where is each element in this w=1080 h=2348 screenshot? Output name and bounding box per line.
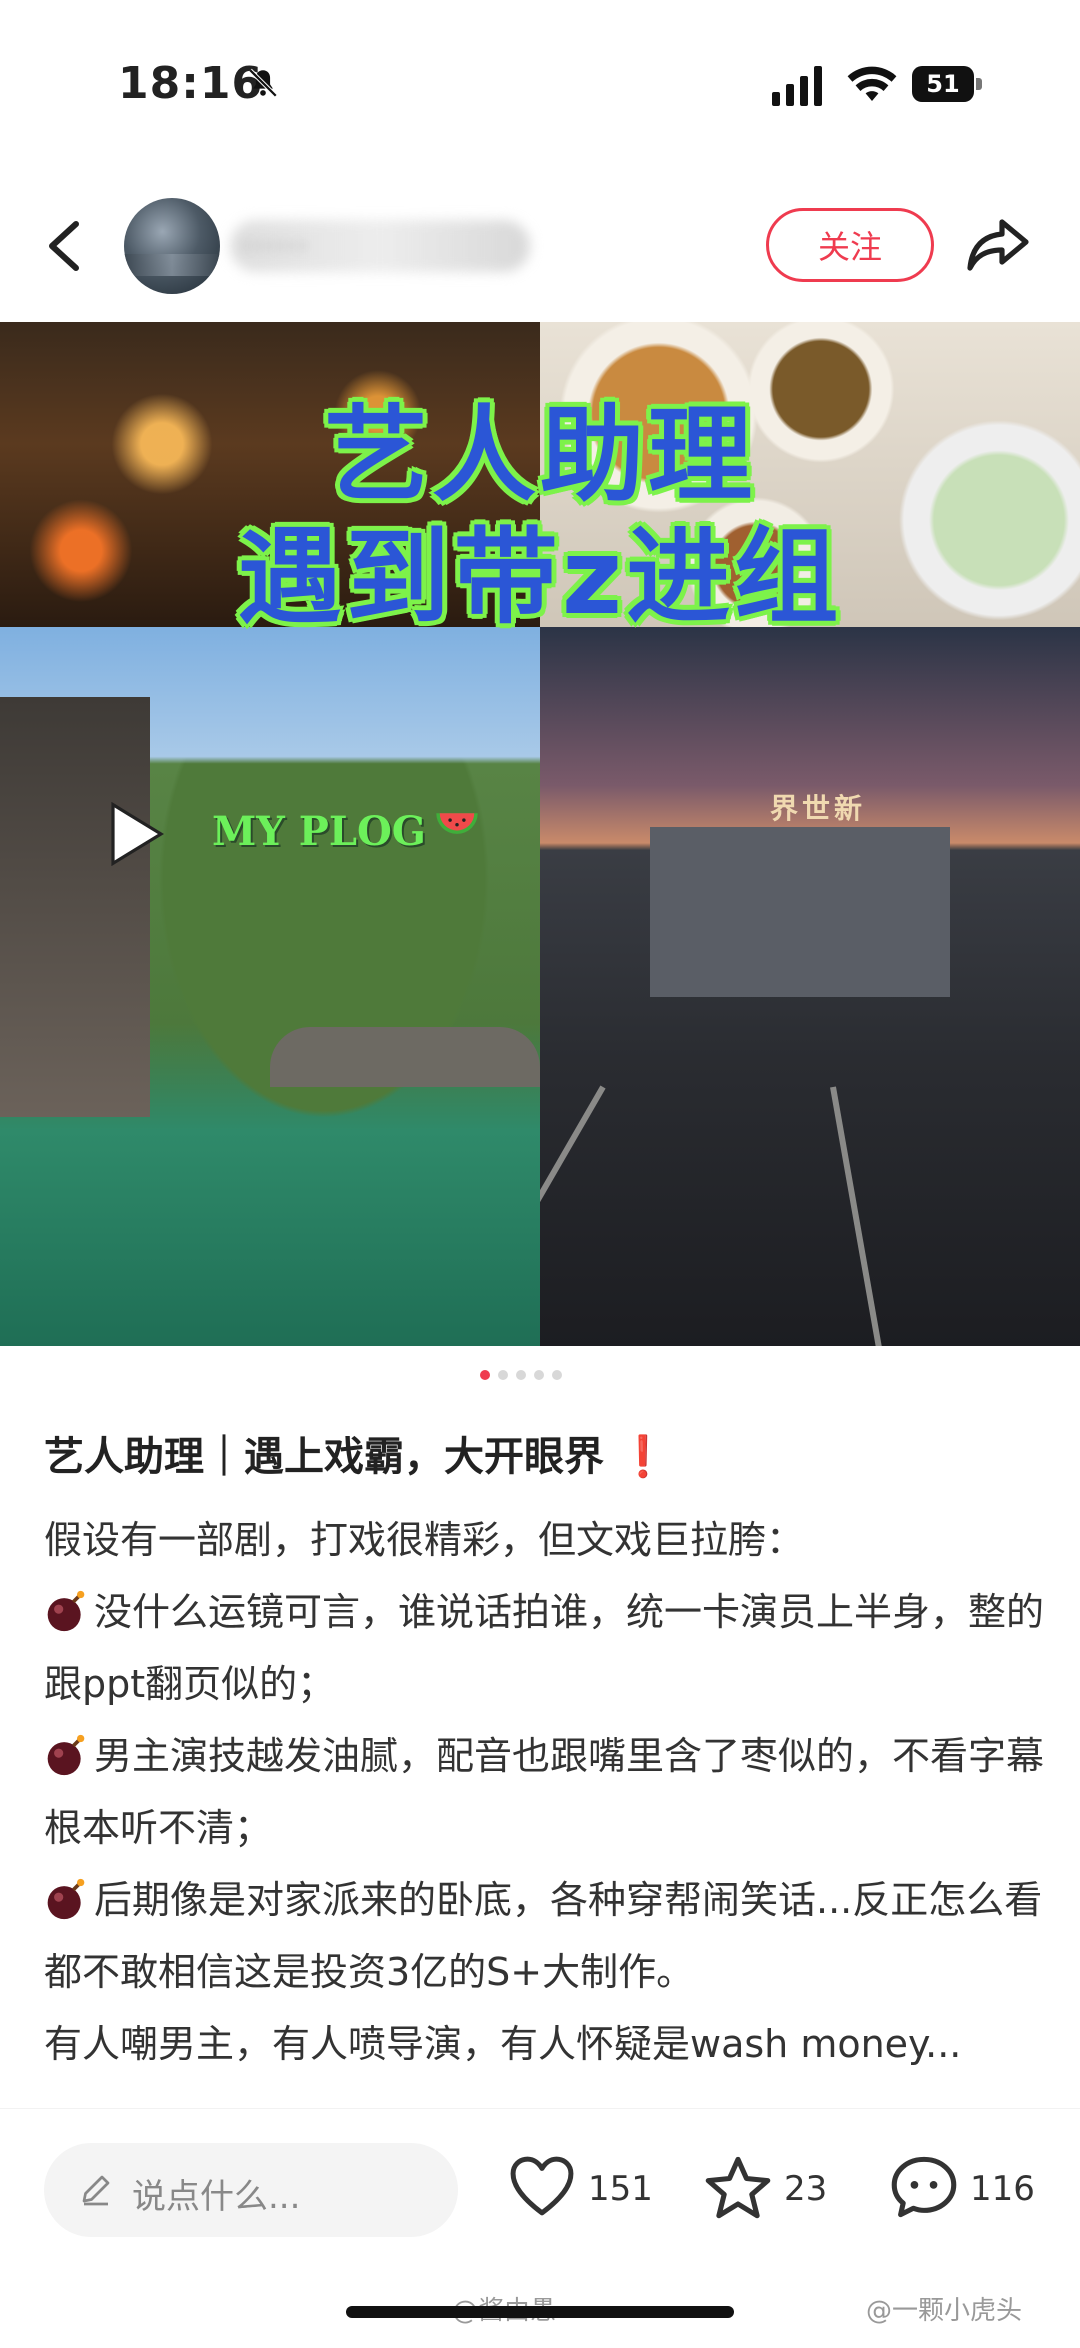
back-arrow-icon[interactable] — [44, 218, 84, 274]
post-title-text: 艺人助理｜遇上戏霸，大开眼界 — [44, 1434, 604, 1480]
favorite-count: 23 — [784, 2169, 828, 2209]
heart-icon — [510, 2156, 574, 2216]
plog-tag: MY PLOG — [212, 808, 426, 855]
home-indicator[interactable] — [346, 2306, 734, 2318]
pencil-icon — [82, 2175, 110, 2206]
tram-rail-right — [830, 1086, 889, 1346]
author-name[interactable]: ······ — [240, 226, 309, 267]
post-title: 艺人助理｜遇上戏霸，大开眼界 ❗ — [44, 1424, 668, 1482]
stone-bridge — [270, 1027, 540, 1087]
tram-rail-left — [540, 1085, 606, 1346]
carousel-dot — [552, 1370, 562, 1380]
post-paragraph: 后期像是对家派来的卧底，各种穿帮闹笑话...反正怎么看都不敢相信这是投资3亿的S… — [44, 1864, 1044, 2008]
signal-icon — [772, 66, 822, 106]
carousel-dot — [498, 1370, 508, 1380]
carousel-indicator — [480, 1370, 600, 1384]
share-icon[interactable] — [966, 214, 1030, 274]
cover-overlay-line2: 遇到带z进组 — [237, 516, 843, 638]
post-paragraph-text: 男主演技越发油腻，配音也跟嘴里含了枣似的，不看字幕根本听不清； — [44, 1734, 1045, 1850]
carousel-dot — [516, 1370, 526, 1380]
follow-button[interactable]: 关注 — [766, 208, 934, 282]
status-bar: 18:16 51 — [0, 0, 1080, 170]
post-paragraph: 假设有一部剧，打戏很精彩，但文戏巨拉胯： — [44, 1518, 805, 1562]
battery-level: 51 — [912, 66, 974, 102]
comment-count: 116 — [970, 2169, 1035, 2209]
battery-icon: 51 — [912, 66, 984, 104]
post-paragraph-text: 没什么运镜可言，谁说话拍谁，统一卡演员上半身，整的跟ppt翻页似的； — [44, 1590, 1045, 1706]
bomb-icon — [47, 1878, 85, 1920]
carousel-dot — [534, 1370, 544, 1380]
post-body: 假设有一部剧，打戏很精彩，但文戏巨拉胯： 没什么运镜可言，谁说话拍谁，统一卡演员… — [44, 1504, 1044, 2080]
old-building — [650, 827, 950, 997]
comment-placeholder: 说点什么... — [132, 2177, 301, 2217]
bomb-icon — [47, 1590, 85, 1632]
old-street-photo: 界世新 — [540, 627, 1080, 1346]
building-sign: 界世新 — [770, 792, 867, 825]
post-paragraph-text: 后期像是对家派来的卧底，各种穿帮闹笑话...反正怎么看都不敢相信这是投资3亿的S… — [44, 1878, 1043, 1994]
post-paragraph: 有人嘲男主，有人喷导演，有人怀疑是wash money... — [44, 2022, 962, 2066]
post-header: ······ 关注 — [0, 190, 1080, 300]
like-count: 151 — [588, 2169, 653, 2209]
author-avatar[interactable] — [124, 198, 220, 294]
bell-muted-icon — [248, 68, 278, 98]
watermark-right: @一颗小虎头 — [866, 2296, 1023, 2326]
riverside-houses — [0, 697, 150, 1117]
watermelon-icon — [436, 813, 478, 834]
post-paragraph: 没什么运镜可言，谁说话拍谁，统一卡演员上半身，整的跟ppt翻页似的； — [44, 1576, 1044, 1720]
play-icon — [111, 802, 164, 866]
bomb-icon — [47, 1734, 85, 1776]
comment-bubble-icon — [891, 2156, 957, 2218]
carousel-dot-active — [480, 1370, 490, 1380]
post-paragraph: 男主演技越发油腻，配音也跟嘴里含了枣似的，不看字幕根本听不清； — [44, 1720, 1044, 1864]
battery-cap — [976, 78, 982, 90]
bottom-action-bar: 说点什么... 151 23 116 — [0, 2108, 1080, 2279]
star-icon — [705, 2156, 771, 2219]
cover-image[interactable]: 界世新 艺人助理 遇到带z进组 MY PLOG — [0, 322, 1080, 1346]
comment-input[interactable]: 说点什么... — [44, 2143, 458, 2237]
wifi-icon — [847, 66, 897, 101]
status-time: 18:16 — [118, 58, 264, 109]
exclamation-mark-icon: ❗ — [617, 1434, 668, 1480]
river-town-photo — [0, 627, 540, 1346]
